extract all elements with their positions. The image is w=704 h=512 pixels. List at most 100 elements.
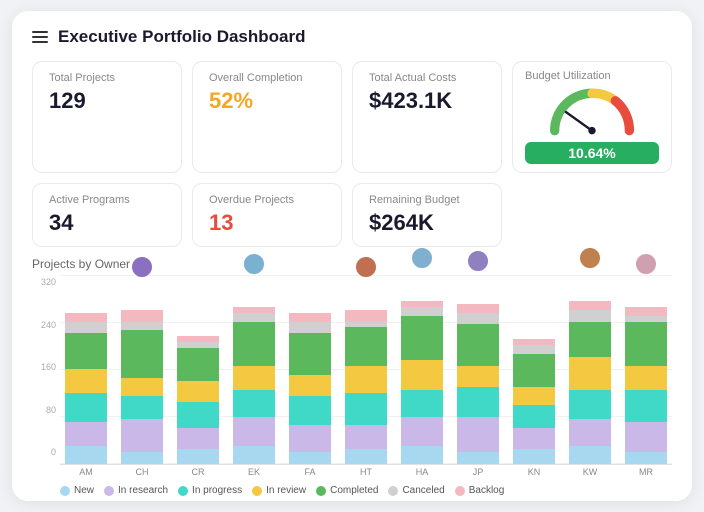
metric-label: Total Projects (49, 72, 165, 84)
bar-segment (569, 301, 611, 310)
bar-segment (65, 422, 107, 446)
bar-group (116, 282, 168, 464)
bar-segment (65, 322, 107, 334)
legend-dot (455, 486, 465, 496)
metric-overall-completion: Overall Completion 52% (192, 61, 342, 173)
metric-label: Active Programs (49, 194, 165, 206)
bar-segment (65, 333, 107, 369)
x-axis-label: AM (60, 467, 112, 477)
x-labels: AMCHCREKFAHTHAJPKNKWMR (60, 467, 672, 477)
bar-segment (401, 390, 443, 417)
metric-label: Total Actual Costs (369, 72, 485, 84)
budget-label: Budget Utilization (525, 70, 611, 82)
page-title: Executive Portfolio Dashboard (58, 27, 306, 47)
bar-group (508, 311, 560, 464)
legend-dot (178, 486, 188, 496)
bar-segment (401, 417, 443, 447)
bar-stack (116, 310, 168, 464)
bar-segment (625, 366, 667, 390)
x-axis-label: KN (508, 467, 560, 477)
metric-budget-utilization: Budget Utilization 10.64% (512, 61, 672, 173)
metric-total-costs: Total Actual Costs $423.1K (352, 61, 502, 173)
avatar (243, 253, 265, 275)
x-axis-label: MR (620, 467, 672, 477)
legend-dot (60, 486, 70, 496)
bar-stack (396, 301, 448, 464)
legend-dot (388, 486, 398, 496)
bar-segment (345, 327, 387, 366)
legend-item: Canceled (388, 485, 444, 496)
legend-item: New (60, 485, 94, 496)
x-axis-label: KW (564, 467, 616, 477)
bar-segment (289, 452, 331, 464)
bar-segment (401, 446, 443, 464)
bar-group (620, 279, 672, 464)
bar-segment (457, 452, 499, 464)
legend-dot (252, 486, 262, 496)
bar-group (284, 285, 336, 464)
bar-segment (177, 402, 219, 429)
legend-label: Backlog (469, 485, 505, 496)
bar-segment (289, 375, 331, 396)
metric-label: Overall Completion (209, 72, 325, 84)
x-axis-label: HT (340, 467, 392, 477)
bar-segment (121, 452, 163, 464)
bar-segment (513, 405, 555, 429)
bar-segment (513, 387, 555, 405)
metric-value: 52% (209, 88, 325, 114)
bar-segment (177, 428, 219, 449)
bar-segment (569, 322, 611, 358)
bar-group (172, 308, 224, 464)
bar-segment (121, 419, 163, 452)
bar-segment (625, 307, 667, 316)
menu-button[interactable] (32, 31, 48, 43)
y-label: 0 (51, 447, 56, 457)
avatar (635, 253, 657, 275)
bar-group (60, 285, 112, 464)
chart-content: AMCHCREKFAHTHAJPKNKWMR (60, 275, 672, 477)
metrics-row-2: Active Programs 34 Overdue Projects 13 R… (32, 183, 672, 247)
x-axis-label: JP (452, 467, 504, 477)
bar-segment (289, 313, 331, 322)
bar-segment (177, 381, 219, 402)
bar-segment (233, 322, 275, 367)
bar-segment (625, 452, 667, 464)
bar-segment (513, 428, 555, 449)
bar-segment (65, 446, 107, 464)
x-axis-label: HA (396, 467, 448, 477)
legend-label: New (74, 485, 94, 496)
bars-container (60, 275, 672, 465)
x-axis-label: FA (284, 467, 336, 477)
bar-segment (513, 449, 555, 464)
y-label: 320 (41, 277, 56, 287)
bar-group (340, 282, 392, 464)
bar-segment (569, 357, 611, 390)
bar-segment (177, 348, 219, 381)
bar-segment (513, 345, 555, 354)
bar-segment (233, 390, 275, 417)
chart-section: Projects by Owner 320 240 160 80 0 (32, 257, 672, 496)
legend-label: In research (118, 485, 168, 496)
metric-value: 13 (209, 210, 325, 236)
bar-segment (289, 322, 331, 334)
metric-label: Overdue Projects (209, 194, 325, 206)
bar-stack (340, 310, 392, 464)
bar-segment (569, 310, 611, 322)
y-label: 240 (41, 320, 56, 330)
chart-title: Projects by Owner (32, 257, 672, 271)
bar-group (452, 276, 504, 464)
bar-segment (233, 446, 275, 464)
bar-segment (289, 425, 331, 452)
legend-dot (316, 486, 326, 496)
bar-segment (121, 330, 163, 378)
legend-label: Completed (330, 485, 378, 496)
y-axis: 320 240 160 80 0 (32, 275, 60, 477)
bar-segment (289, 333, 331, 375)
metric-value: $423.1K (369, 88, 485, 114)
bar-segment (345, 425, 387, 449)
bar-segment (625, 322, 667, 367)
metric-remaining-budget: Remaining Budget $264K (352, 183, 502, 247)
bar-segment (569, 446, 611, 464)
bar-stack (564, 301, 616, 464)
bar-segment (289, 396, 331, 426)
